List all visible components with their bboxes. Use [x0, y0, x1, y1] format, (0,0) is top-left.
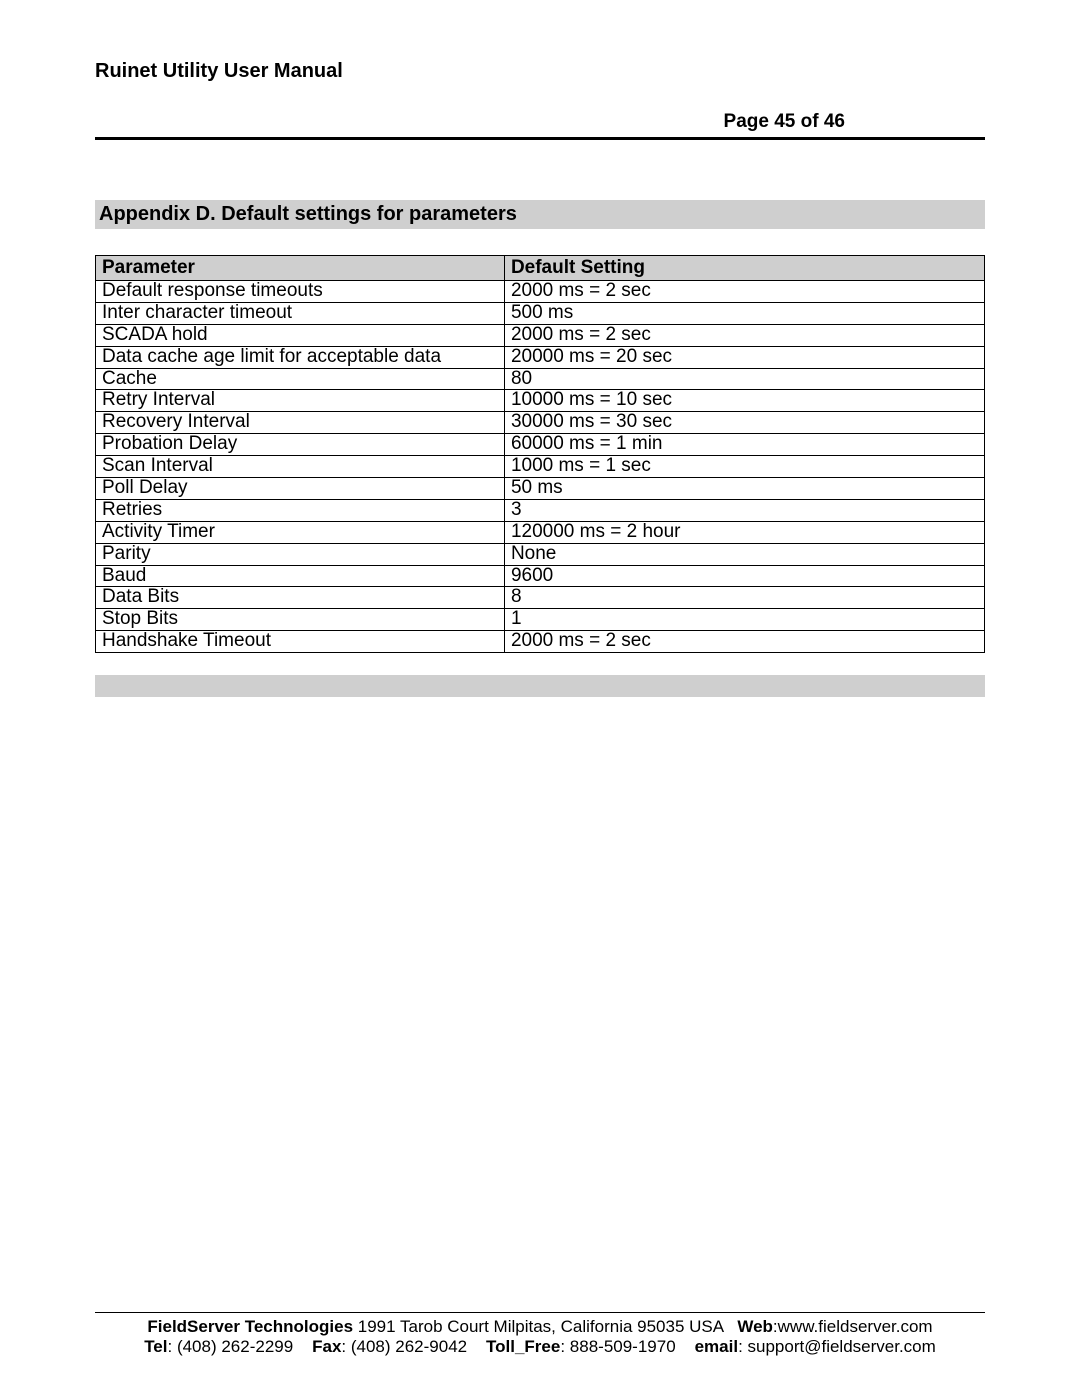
- cell-parameter: Data cache age limit for acceptable data: [96, 346, 505, 368]
- table-row: Poll Delay50 ms: [96, 478, 985, 500]
- cell-parameter: SCADA hold: [96, 324, 505, 346]
- cell-default-setting: 120000 ms = 2 hour: [504, 521, 984, 543]
- cell-default-setting: 8: [504, 587, 984, 609]
- cell-parameter: Scan Interval: [96, 456, 505, 478]
- table-row: Stop Bits1: [96, 609, 985, 631]
- cell-parameter: Inter character timeout: [96, 302, 505, 324]
- header-rule: [95, 137, 985, 140]
- table-row: SCADA hold2000 ms = 2 sec: [96, 324, 985, 346]
- table-row: Retry Interval10000 ms = 10 sec: [96, 390, 985, 412]
- table-row: Baud9600: [96, 565, 985, 587]
- cell-default-setting: 30000 ms = 30 sec: [504, 412, 984, 434]
- table-row: Scan Interval1000 ms = 1 sec: [96, 456, 985, 478]
- cell-parameter: Stop Bits: [96, 609, 505, 631]
- document-title: Ruinet Utility User Manual: [95, 60, 985, 83]
- cell-parameter: Handshake Timeout: [96, 631, 505, 653]
- page-number: Page 45 of 46: [95, 111, 985, 133]
- footer-line-2: Tel: (408) 262-2299 Fax: (408) 262-9042 …: [95, 1337, 985, 1357]
- cell-parameter: Recovery Interval: [96, 412, 505, 434]
- cell-default-setting: 9600: [504, 565, 984, 587]
- parameters-table: Parameter Default Setting Default respon…: [95, 255, 985, 653]
- table-row: Retries3: [96, 499, 985, 521]
- col-header-default-setting: Default Setting: [504, 256, 984, 281]
- cell-parameter: Retries: [96, 499, 505, 521]
- cell-default-setting: 60000 ms = 1 min: [504, 434, 984, 456]
- empty-gray-bar: [95, 675, 985, 697]
- cell-parameter: Retry Interval: [96, 390, 505, 412]
- footer-tel-label: Tel: [144, 1337, 167, 1356]
- cell-parameter: Data Bits: [96, 587, 505, 609]
- cell-default-setting: 500 ms: [504, 302, 984, 324]
- cell-default-setting: 50 ms: [504, 478, 984, 500]
- footer-fax-label: Fax: [312, 1337, 341, 1356]
- cell-default-setting: 1000 ms = 1 sec: [504, 456, 984, 478]
- section-heading: Appendix D. Default settings for paramet…: [95, 200, 985, 229]
- footer: FieldServer Technologies 1991 Tarob Cour…: [95, 1312, 985, 1357]
- table-row: ParityNone: [96, 543, 985, 565]
- table-header-row: Parameter Default Setting: [96, 256, 985, 281]
- cell-default-setting: None: [504, 543, 984, 565]
- cell-default-setting: 3: [504, 499, 984, 521]
- cell-parameter: Cache: [96, 368, 505, 390]
- footer-web-label: Web: [737, 1317, 773, 1336]
- footer-company: FieldServer Technologies: [147, 1317, 353, 1336]
- table-row: Cache80: [96, 368, 985, 390]
- table-row: Recovery Interval30000 ms = 30 sec: [96, 412, 985, 434]
- cell-parameter: Poll Delay: [96, 478, 505, 500]
- table-row: Default response timeouts2000 ms = 2 sec: [96, 281, 985, 303]
- cell-parameter: Baud: [96, 565, 505, 587]
- table-row: Handshake Timeout2000 ms = 2 sec: [96, 631, 985, 653]
- spacer: [95, 235, 985, 255]
- footer-rule: [95, 1312, 985, 1313]
- cell-default-setting: 2000 ms = 2 sec: [504, 631, 984, 653]
- page: Ruinet Utility User Manual Page 45 of 46…: [0, 0, 1080, 1397]
- cell-parameter: Parity: [96, 543, 505, 565]
- footer-email-value: : support@fieldserver.com: [738, 1337, 936, 1356]
- footer-fax-value: : (408) 262-9042: [341, 1337, 467, 1356]
- cell-parameter: Activity Timer: [96, 521, 505, 543]
- footer-line-1: FieldServer Technologies 1991 Tarob Cour…: [95, 1317, 985, 1337]
- footer-email-label: email: [695, 1337, 738, 1356]
- footer-toll-label: Toll_Free: [486, 1337, 560, 1356]
- footer-web-value: www.fieldserver.com: [778, 1317, 933, 1336]
- table-row: Data cache age limit for acceptable data…: [96, 346, 985, 368]
- table-row: Inter character timeout500 ms: [96, 302, 985, 324]
- cell-parameter: Probation Delay: [96, 434, 505, 456]
- table-row: Activity Timer120000 ms = 2 hour: [96, 521, 985, 543]
- cell-parameter: Default response timeouts: [96, 281, 505, 303]
- col-header-parameter: Parameter: [96, 256, 505, 281]
- footer-toll-value: : 888-509-1970: [560, 1337, 675, 1356]
- cell-default-setting: 2000 ms = 2 sec: [504, 281, 984, 303]
- table-row: Probation Delay60000 ms = 1 min: [96, 434, 985, 456]
- table-row: Data Bits8: [96, 587, 985, 609]
- footer-address: 1991 Tarob Court Milpitas, California 95…: [358, 1317, 723, 1336]
- footer-tel-value: : (408) 262-2299: [168, 1337, 294, 1356]
- cell-default-setting: 80: [504, 368, 984, 390]
- cell-default-setting: 2000 ms = 2 sec: [504, 324, 984, 346]
- cell-default-setting: 10000 ms = 10 sec: [504, 390, 984, 412]
- cell-default-setting: 1: [504, 609, 984, 631]
- cell-default-setting: 20000 ms = 20 sec: [504, 346, 984, 368]
